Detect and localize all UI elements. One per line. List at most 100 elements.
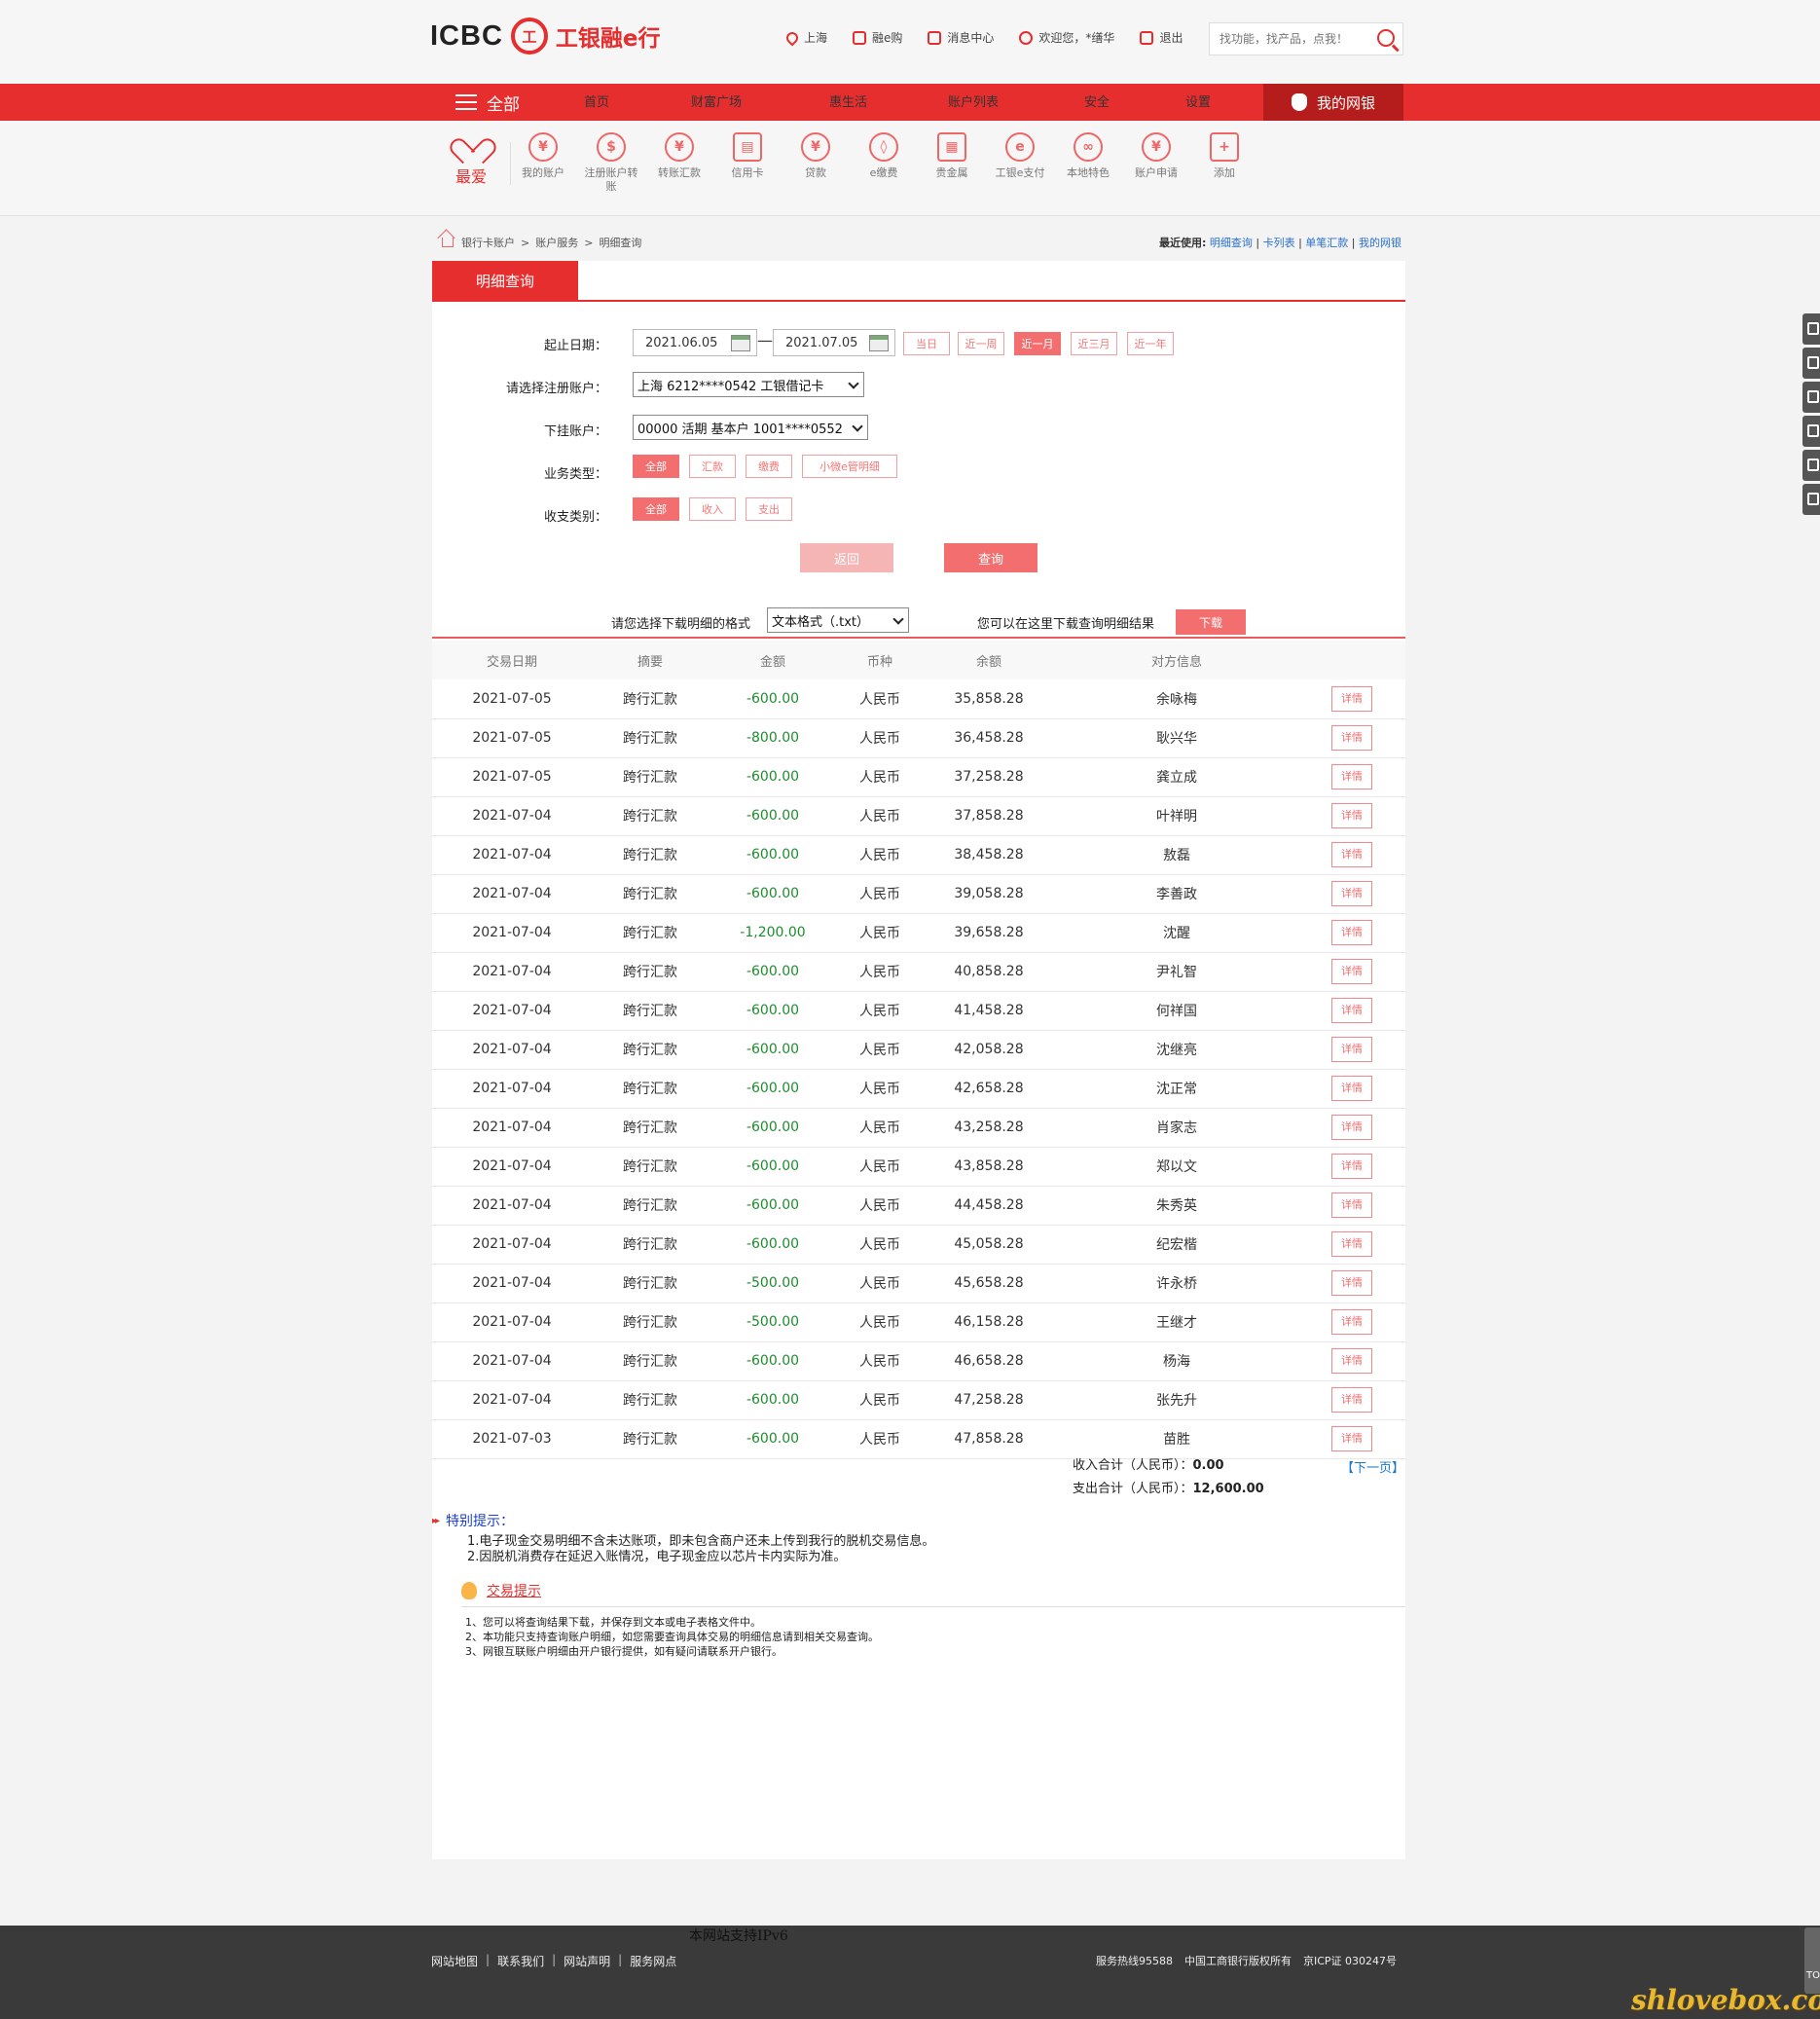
range-month-button[interactable]: 近一月 [1014, 332, 1061, 355]
detail-button[interactable]: 详情 [1331, 1270, 1372, 1296]
shortcut-transfer[interactable]: ¥ 转账汇款 [650, 132, 709, 180]
download-format-select[interactable]: 文本格式（.txt） [767, 607, 909, 633]
detail-button[interactable]: 详情 [1331, 1348, 1372, 1374]
shortcut-credit-card[interactable]: ▤ 信用卡 [718, 132, 777, 180]
shortcut-add[interactable]: + 添加 [1195, 132, 1254, 180]
breadcrumb-item[interactable]: 账户服务 [535, 235, 578, 250]
detail-button[interactable]: 详情 [1331, 842, 1372, 867]
detail-button[interactable]: 详情 [1331, 1193, 1372, 1218]
shortcut-loan[interactable]: ¥ 贷款 [786, 132, 845, 180]
calendar-icon[interactable] [731, 335, 750, 351]
range-quarter-button[interactable]: 近三月 [1071, 332, 1117, 355]
shortcut-my-account[interactable]: ¥ 我的账户 [514, 132, 572, 180]
tab-detail-query[interactable]: 明细查询 [432, 261, 578, 300]
flow-type-expense[interactable]: 支出 [746, 497, 792, 521]
detail-button[interactable]: 详情 [1331, 764, 1372, 789]
icbc-logo[interactable]: ICBC 工 工银融e行 [430, 18, 661, 55]
detail-button[interactable]: 详情 [1331, 1115, 1372, 1140]
side-tool-button[interactable] [1802, 382, 1820, 413]
top-link-location[interactable]: 上海 [783, 29, 827, 46]
footer-link-sitemap[interactable]: 网站地图 [431, 1953, 478, 1969]
recent-link[interactable]: 我的网银 [1359, 237, 1401, 249]
download-button[interactable]: 下载 [1176, 609, 1246, 635]
detail-button[interactable]: 详情 [1331, 1309, 1372, 1335]
side-tool-button[interactable] [1802, 484, 1820, 515]
shortcut-favorite[interactable]: 最爱 [454, 134, 489, 187]
detail-button[interactable]: 详情 [1331, 1231, 1372, 1257]
end-date-field[interactable]: 2021.07.05 [773, 329, 895, 356]
side-tool-button[interactable] [1802, 416, 1820, 447]
detail-button[interactable]: 详情 [1331, 1076, 1372, 1101]
recent-link[interactable]: 明细查询 [1210, 237, 1253, 249]
recent-link[interactable]: 单笔汇款 [1305, 237, 1348, 249]
next-page-link[interactable]: 【下一页】 [1341, 1457, 1404, 1476]
shortcut-e-pay[interactable]: e 工银e支付 [991, 132, 1049, 180]
camera-icon [1807, 390, 1819, 403]
detail-button[interactable]: 详情 [1331, 920, 1372, 945]
back-button[interactable]: 返回 [800, 543, 893, 572]
flow-type-income[interactable]: 收入 [689, 497, 736, 521]
cell-balance: 45,658.28 [923, 1264, 1055, 1303]
nav-item-accounts[interactable]: 账户列表 [948, 92, 999, 110]
nav-item-security[interactable]: 安全 [1084, 92, 1110, 110]
totals-block: 收入合计（人民币）：0.00 支出合计（人民币）：12,600.00 [1073, 1454, 1264, 1501]
cell-amount: -800.00 [709, 718, 837, 758]
detail-button[interactable]: 详情 [1331, 881, 1372, 906]
nav-item-wealth[interactable]: 财富广场 [691, 92, 742, 110]
cell-counterparty: 沈继亮 [1055, 1030, 1298, 1070]
start-date-field[interactable]: 2021.06.05 [633, 329, 757, 356]
detail-button[interactable]: 详情 [1331, 803, 1372, 828]
footer-link-outlets[interactable]: 服务网点 [630, 1953, 676, 1969]
shortcut-account-apply[interactable]: ¥ 账户申请 [1127, 132, 1185, 180]
breadcrumb-item[interactable]: 银行卡账户 [461, 235, 515, 250]
detail-button[interactable]: 详情 [1331, 1037, 1372, 1062]
biz-type-all[interactable]: 全部 [633, 455, 679, 478]
biz-type-payment[interactable]: 缴费 [746, 455, 792, 478]
side-tool-button[interactable] [1802, 348, 1820, 379]
range-year-button[interactable]: 近一年 [1127, 332, 1174, 355]
detail-button[interactable]: 详情 [1331, 1387, 1372, 1413]
nav-item-home[interactable]: 首页 [584, 92, 609, 110]
range-week-button[interactable]: 近一周 [958, 332, 1004, 355]
detail-button[interactable]: 详情 [1331, 998, 1372, 1023]
calendar-icon[interactable] [869, 335, 889, 351]
detail-button[interactable]: 详情 [1331, 725, 1372, 751]
search-input[interactable] [1210, 32, 1365, 46]
biz-type-micro[interactable]: 小微e管明细 [802, 455, 897, 478]
recent-link[interactable]: 卡列表 [1263, 237, 1295, 249]
top-link-logout[interactable]: 退出 [1140, 29, 1183, 46]
shortcut-e-payment[interactable]: ◊ e缴费 [855, 132, 913, 180]
query-button[interactable]: 查询 [944, 543, 1037, 572]
home-icon[interactable] [442, 238, 454, 247]
nav-all-menu[interactable]: 全部 [455, 91, 561, 115]
shortcut-precious-metal[interactable]: ▦ 贵金属 [923, 132, 981, 180]
biz-type-remit[interactable]: 汇款 [689, 455, 736, 478]
cell-counterparty: 余咏梅 [1055, 679, 1298, 719]
cell-action: 详情 [1298, 952, 1405, 992]
range-today-button[interactable]: 当日 [903, 332, 950, 355]
search-icon[interactable] [1377, 29, 1395, 47]
table-row: 2021-07-04 跨行汇款 -600.00 人民币 37,858.28 叶祥明 详情 [432, 796, 1405, 836]
top-link-messages[interactable]: 消息中心 [928, 29, 994, 46]
detail-button[interactable]: 详情 [1331, 1426, 1372, 1451]
shortcut-registered-transfer[interactable]: $ 注册账户转账 [582, 132, 640, 194]
sub-account-select[interactable]: 00000 活期 基本户 1001****0552 [633, 415, 868, 440]
nav-item-settings[interactable]: 设置 [1185, 92, 1211, 110]
detail-button[interactable]: 详情 [1331, 1154, 1372, 1179]
detail-button[interactable]: 详情 [1331, 685, 1372, 712]
account-select[interactable]: 上海 6212****0542 工银借记卡 [633, 372, 864, 397]
side-tool-button[interactable] [1802, 450, 1820, 481]
footer-link-statement[interactable]: 网站声明 [564, 1953, 610, 1969]
nav-my-bank[interactable]: 我的网银 [1263, 84, 1403, 121]
nav-item-life[interactable]: 惠生活 [829, 92, 867, 110]
flow-type-all[interactable]: 全部 [633, 497, 679, 521]
shortcut-local[interactable]: ∞ 本地特色 [1059, 132, 1117, 180]
side-tool-button[interactable] [1802, 313, 1820, 345]
top-link-welcome[interactable]: 欢迎您，*缮华 [1019, 29, 1114, 46]
footer-hotline: 服务热线95588 [1096, 1955, 1173, 1967]
top-link-shop[interactable]: 融e购 [853, 29, 902, 46]
footer-link-contact[interactable]: 联系我们 [497, 1953, 544, 1969]
download-format-label: 请您选择下载明细的格式 [611, 617, 751, 632]
detail-button[interactable]: 详情 [1331, 959, 1372, 984]
table-row: 2021-07-04 跨行汇款 -600.00 人民币 38,458.28 敖磊 详情 [432, 835, 1405, 875]
